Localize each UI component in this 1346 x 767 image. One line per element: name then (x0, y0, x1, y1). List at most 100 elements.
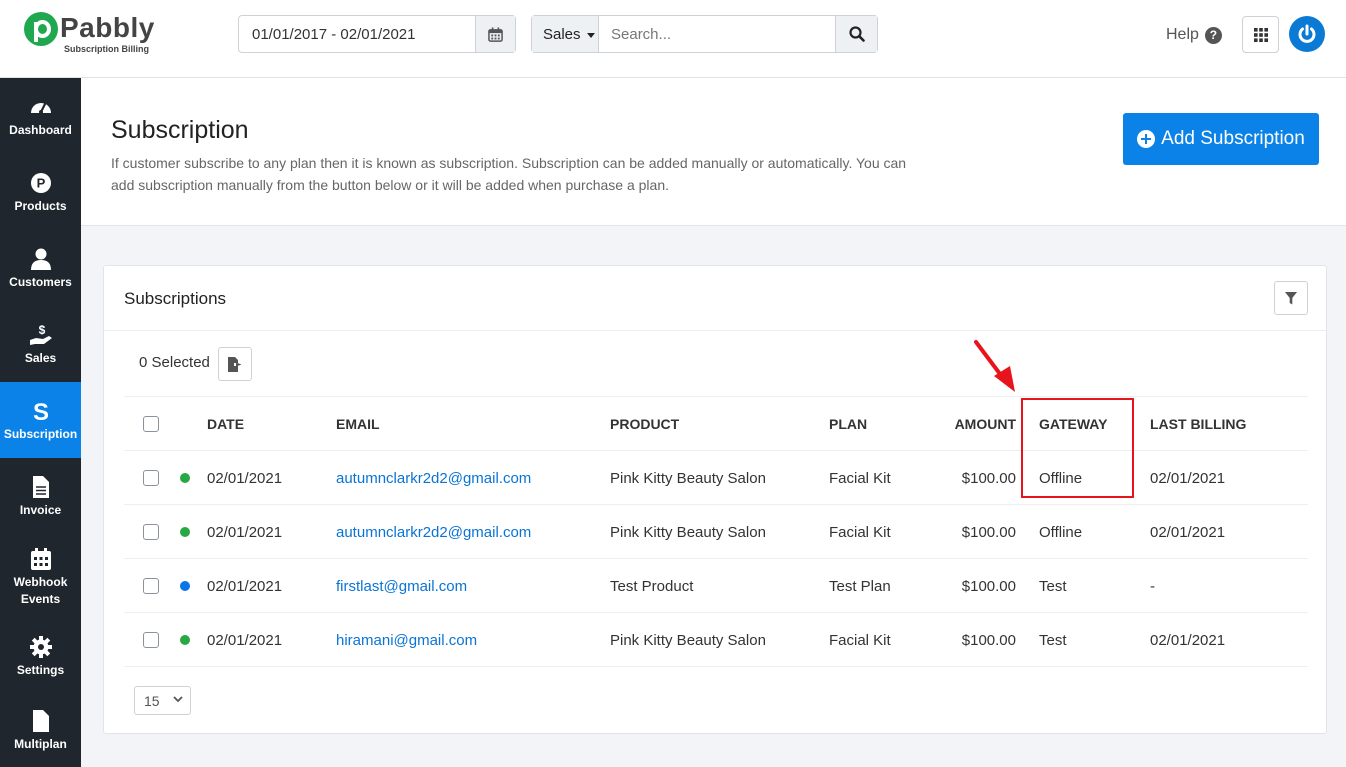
cell-product: Pink Kitty Beauty Salon (610, 523, 766, 541)
cell-gateway: Test (1039, 631, 1067, 649)
page-size-select[interactable]: 15 (134, 686, 191, 715)
cell-plan: Facial Kit (829, 631, 891, 649)
question-circle-icon: ? (1204, 26, 1222, 44)
sidebar-item-products[interactable]: P Products (0, 154, 81, 230)
brand-subtitle: Subscription Billing (64, 44, 149, 54)
column-header-amount[interactable]: AMOUNT (924, 397, 1016, 451)
add-subscription-button[interactable]: Add Subscription (1123, 113, 1319, 165)
user-icon (30, 248, 51, 270)
plus-circle-icon (1137, 130, 1156, 148)
sidebar-item-label: Sales (24, 350, 57, 365)
svg-text:$: $ (38, 324, 45, 337)
date-range-value[interactable]: 01/01/2017 - 02/01/2021 (239, 16, 475, 52)
help-label: Help (1166, 26, 1199, 43)
red-arrow-icon (974, 340, 1015, 392)
search-button[interactable] (835, 16, 877, 52)
export-button[interactable] (218, 347, 252, 381)
sidebar-item-subscription[interactable]: S Subscription (0, 382, 81, 458)
status-dot (180, 473, 190, 483)
file-icon (32, 475, 49, 498)
sidebar-item-dashboard[interactable]: Dashboard (0, 78, 81, 154)
page-title: Subscription (111, 116, 249, 144)
filter-icon (1285, 291, 1297, 304)
row-checkbox[interactable] (143, 578, 159, 594)
selected-count: 0 Selected (139, 354, 210, 371)
chevron-down-icon (173, 696, 183, 703)
cell-last-billing: 02/01/2021 (1150, 631, 1226, 649)
sidebar-item-label: Settings (16, 662, 65, 677)
search-scope-dropdown[interactable]: Sales (532, 16, 599, 52)
sidebar-item-label: Dashboard (9, 122, 72, 137)
calendar-icon[interactable] (475, 16, 515, 52)
cell-product: Pink Kitty Beauty Salon (610, 631, 766, 649)
brand-name: Pabbly (60, 12, 155, 43)
date-range-picker[interactable]: 01/01/2017 - 02/01/2021 (238, 15, 516, 53)
cell-last-billing: 02/01/2021 (1150, 469, 1226, 487)
search-scope-label: Sales (543, 26, 581, 43)
cell-date: 02/01/2021 (207, 523, 283, 541)
sidebar-item-settings[interactable]: Settings (0, 620, 81, 692)
cell-amount: $100.00 (961, 469, 1016, 487)
cell-email-link[interactable]: hiramani@gmail.com (336, 613, 477, 667)
sidebar-item-sales[interactable]: $ Sales (0, 306, 81, 382)
user-avatar[interactable] (1289, 16, 1325, 52)
row-checkbox[interactable] (143, 632, 159, 648)
sidebar-item-label: Webhook Events (13, 575, 68, 606)
select-all-checkbox[interactable] (143, 416, 159, 432)
sidebar-item-multiplan[interactable]: Multiplan (0, 692, 81, 767)
s-icon: S (32, 399, 48, 423)
status-dot (180, 527, 190, 537)
page-description: If customer subscribe to any plan then i… (111, 155, 907, 193)
cell-gateway: Test (1039, 577, 1067, 595)
file-export-icon (228, 356, 242, 372)
cell-date: 02/01/2021 (207, 469, 283, 487)
status-dot (180, 635, 190, 645)
file-icon (32, 709, 49, 732)
cell-last-billing: 02/01/2021 (1150, 523, 1226, 541)
svg-text:S: S (32, 399, 48, 423)
cell-amount: $100.00 (961, 523, 1016, 541)
cell-plan: Facial Kit (829, 469, 891, 487)
sidebar-item-customers[interactable]: Customers (0, 230, 81, 306)
card-title: Subscriptions (124, 289, 227, 308)
cell-email-link[interactable]: autumnclarkr2d2@gmail.com (336, 505, 531, 559)
sidebar-item-label: Invoice (19, 502, 62, 517)
brand-logo[interactable]: Pabbly Subscription Billing (24, 10, 154, 60)
filter-button[interactable] (1274, 281, 1308, 315)
status-dot (180, 581, 190, 591)
table-row[interactable]: 02/01/2021 firstlast@gmail.com Test Prod… (124, 559, 1308, 613)
card-divider (104, 330, 1326, 331)
cell-gateway: Offline (1039, 523, 1083, 541)
gear-icon (29, 635, 52, 658)
caret-down-icon (586, 32, 595, 38)
apps-grid-button[interactable] (1242, 16, 1279, 53)
search-group: Sales (531, 15, 878, 53)
column-header-date[interactable]: DATE (207, 397, 244, 451)
row-checkbox[interactable] (143, 524, 159, 540)
gauge-icon (30, 102, 51, 114)
column-header-last-billing[interactable]: LAST BILLING (1150, 397, 1246, 451)
sidebar-item-label: Multiplan (14, 736, 67, 751)
cell-last-billing: - (1150, 577, 1155, 595)
column-header-product[interactable]: PRODUCT (610, 397, 679, 451)
row-checkbox[interactable] (143, 470, 159, 486)
search-icon (848, 26, 865, 42)
cell-plan: Facial Kit (829, 523, 891, 541)
grid-icon (1253, 27, 1268, 42)
svg-text:P: P (36, 175, 45, 190)
cell-email-link[interactable]: firstlast@gmail.com (336, 559, 467, 613)
sidebar-item-webhook-events[interactable]: Webhook Events (0, 534, 81, 620)
sidebar-item-label: Subscription (3, 426, 78, 441)
table-row[interactable]: 02/01/2021 autumnclarkr2d2@gmail.com Pin… (124, 505, 1308, 559)
search-input[interactable] (599, 16, 835, 52)
sidebar-item-label: Customers (9, 274, 72, 289)
gateway-highlight-box (1021, 398, 1134, 498)
cell-email-link[interactable]: autumnclarkr2d2@gmail.com (336, 451, 531, 505)
column-header-plan[interactable]: PLAN (829, 397, 867, 451)
sidebar-item-invoice[interactable]: Invoice (0, 458, 81, 534)
help-link[interactable]: Help ? (1166, 26, 1222, 44)
cell-date: 02/01/2021 (207, 631, 283, 649)
calendar-icon (30, 548, 51, 570)
column-header-email[interactable]: EMAIL (336, 397, 380, 451)
table-row[interactable]: 02/01/2021 hiramani@gmail.com Pink Kitty… (124, 613, 1308, 667)
